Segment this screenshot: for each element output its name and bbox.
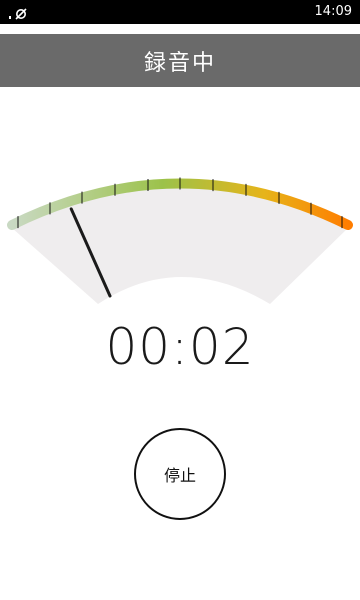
level-meter: [7, 177, 353, 304]
status-bar: 14:09: [0, 0, 360, 24]
signal-icon: [9, 8, 27, 20]
page-header: 録音中: [0, 34, 360, 87]
stop-button[interactable]: 停止: [134, 428, 226, 520]
page-title: 録音中: [143, 50, 216, 76]
stop-label: 停止: [163, 466, 196, 485]
status-time: 14:09: [314, 4, 352, 19]
elapsed-time: 00:02: [105, 318, 255, 376]
